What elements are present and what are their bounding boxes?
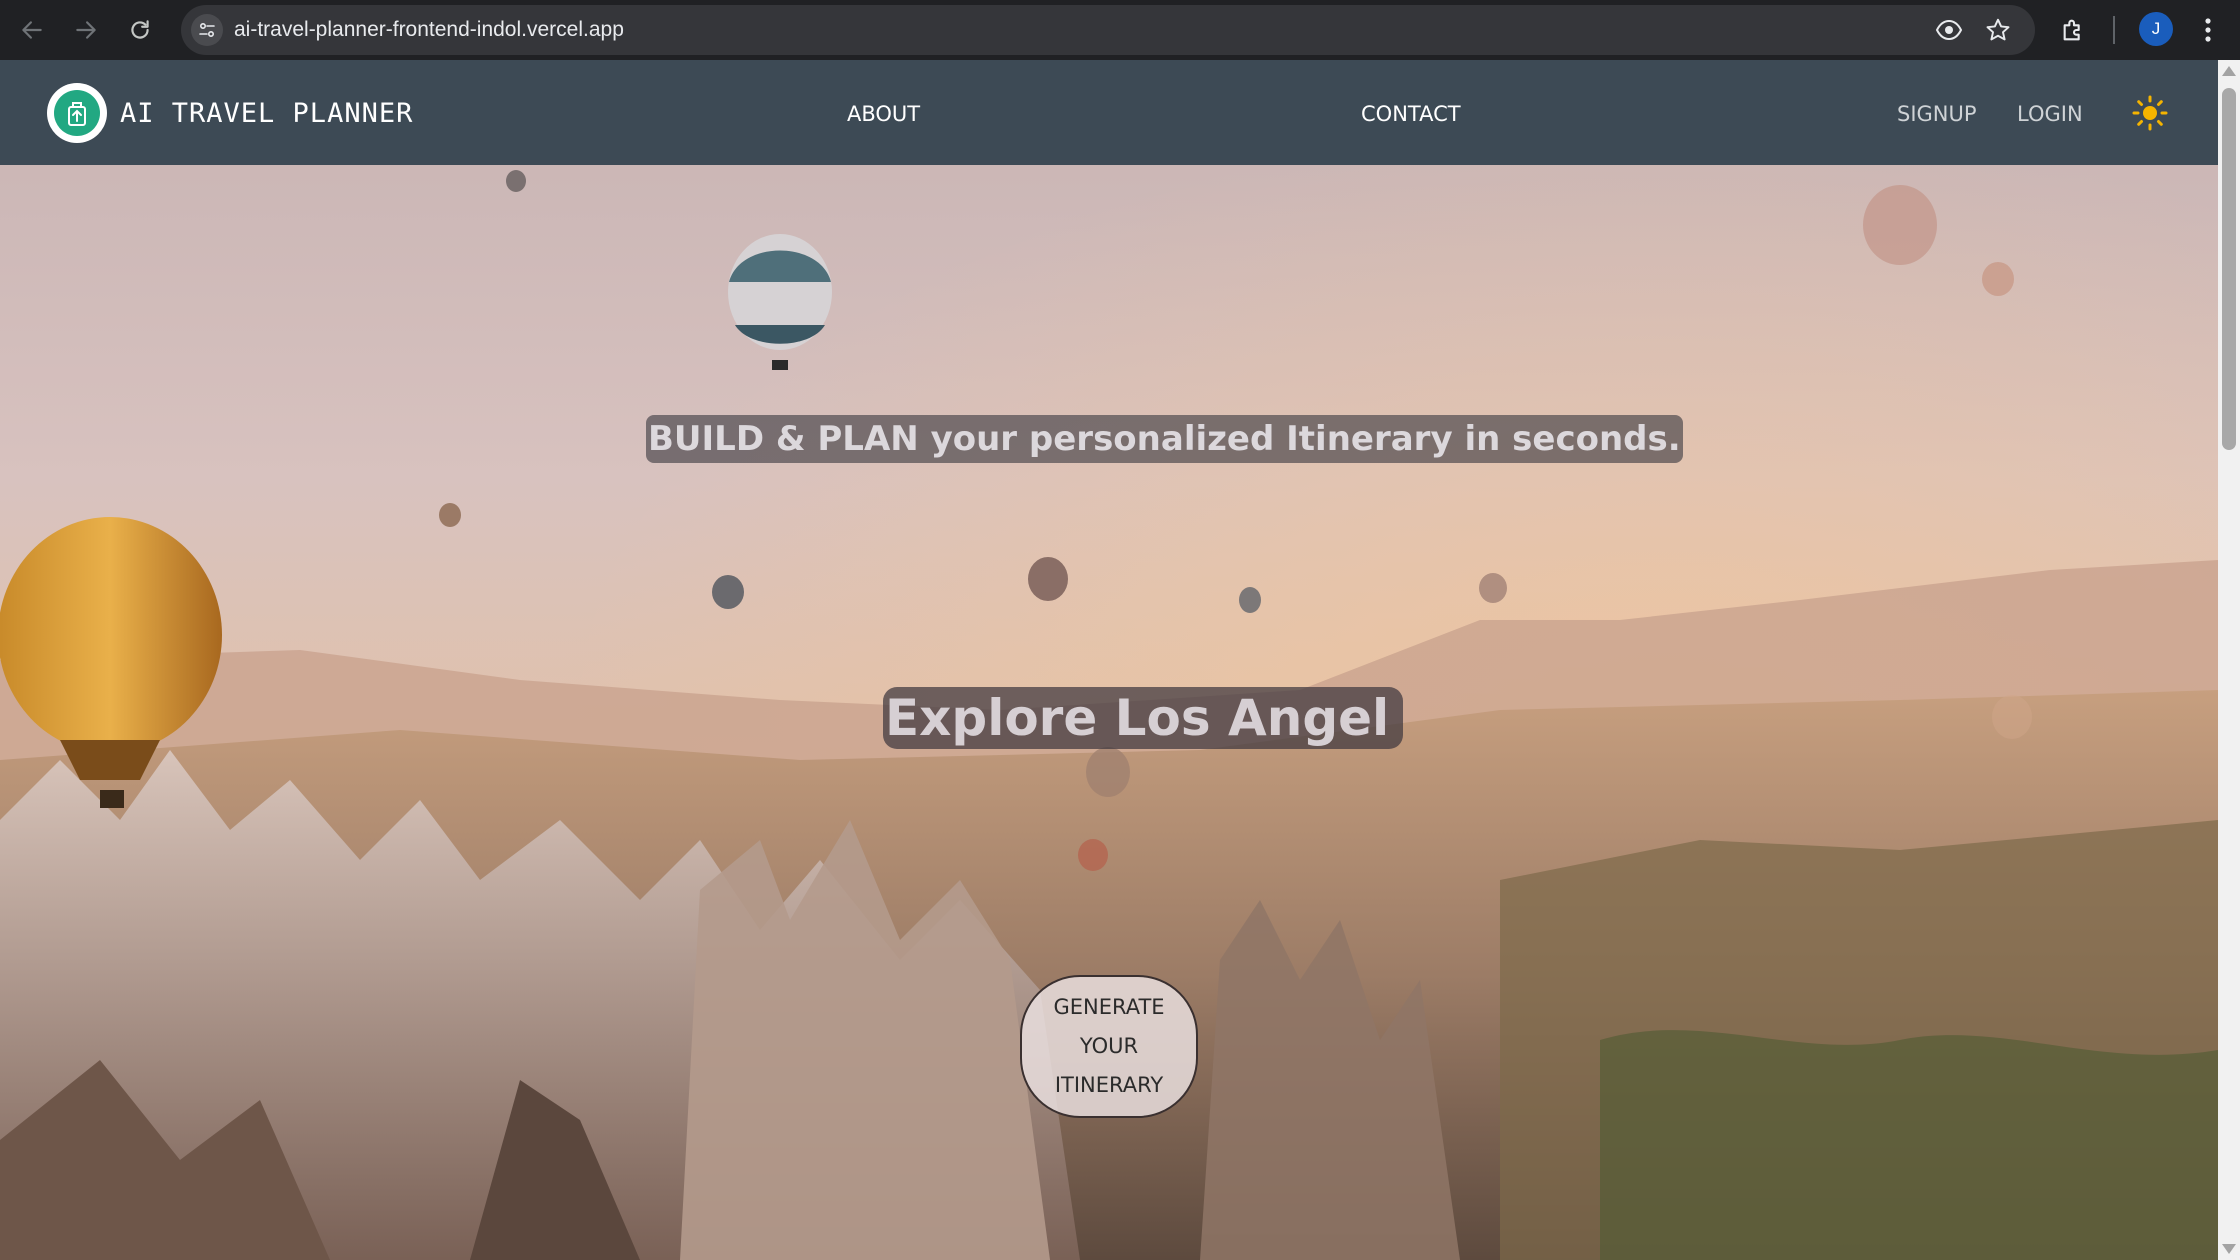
toolbar-divider <box>2113 16 2115 44</box>
page-viewport: AI TRAVEL PLANNER ABOUT CONTACT SIGNUP L… <box>0 60 2218 1260</box>
more-menu-button[interactable] <box>2190 12 2226 48</box>
extensions-button[interactable] <box>2056 12 2092 48</box>
scroll-up-arrow-icon[interactable] <box>2222 66 2236 76</box>
site-info-icon <box>199 22 215 38</box>
scrollbar-thumb[interactable] <box>2222 88 2236 450</box>
app-header: AI TRAVEL PLANNER ABOUT CONTACT SIGNUP L… <box>0 60 2218 165</box>
site-info-button[interactable] <box>191 14 223 46</box>
forward-button[interactable] <box>66 10 106 50</box>
reload-icon <box>131 20 149 39</box>
generate-itinerary-button[interactable]: GENERATE YOUR ITINERARY <box>1020 975 1198 1118</box>
scroll-down-arrow-icon[interactable] <box>2222 1244 2236 1254</box>
eye-icon <box>1935 19 1963 41</box>
more-menu-icon <box>2205 18 2211 42</box>
back-button[interactable] <box>12 10 52 50</box>
address-bar[interactable]: ai-travel-planner-frontend-indol.vercel.… <box>181 5 2035 55</box>
reload-button[interactable] <box>120 10 160 50</box>
star-icon <box>1986 18 2010 41</box>
hero-tagline: BUILD & PLAN your personalized Itinerary… <box>646 415 1683 463</box>
brand-name[interactable]: AI TRAVEL PLANNER <box>120 98 413 129</box>
nav-about-link[interactable]: ABOUT <box>847 102 920 126</box>
cta-line-1: GENERATE <box>1053 995 1165 1019</box>
cta-line-3: ITINERARY <box>1054 1073 1164 1097</box>
page-scrollbar[interactable] <box>2218 60 2240 1260</box>
sun-icon[interactable] <box>2132 95 2168 131</box>
back-icon <box>22 21 42 39</box>
nav-contact-link[interactable]: CONTACT <box>1361 102 1461 126</box>
cta-line-2: YOUR <box>1079 1034 1139 1058</box>
luggage-icon <box>54 90 100 136</box>
brand-logo[interactable] <box>47 83 107 143</box>
nav-signup-link[interactable]: SIGNUP <box>1897 102 1977 126</box>
eye-button[interactable] <box>1935 16 1963 44</box>
profile-avatar[interactable]: J <box>2139 12 2173 46</box>
url-text[interactable]: ai-travel-planner-frontend-indol.vercel.… <box>234 18 624 42</box>
forward-icon <box>76 21 96 39</box>
bookmark-button[interactable] <box>1984 16 2012 44</box>
nav-login-link[interactable]: LOGIN <box>2017 102 2083 126</box>
extensions-icon <box>2063 19 2080 41</box>
browser-toolbar: ai-travel-planner-frontend-indol.vercel.… <box>0 0 2240 60</box>
hero-title: Explore Los Angel <box>883 687 1404 749</box>
